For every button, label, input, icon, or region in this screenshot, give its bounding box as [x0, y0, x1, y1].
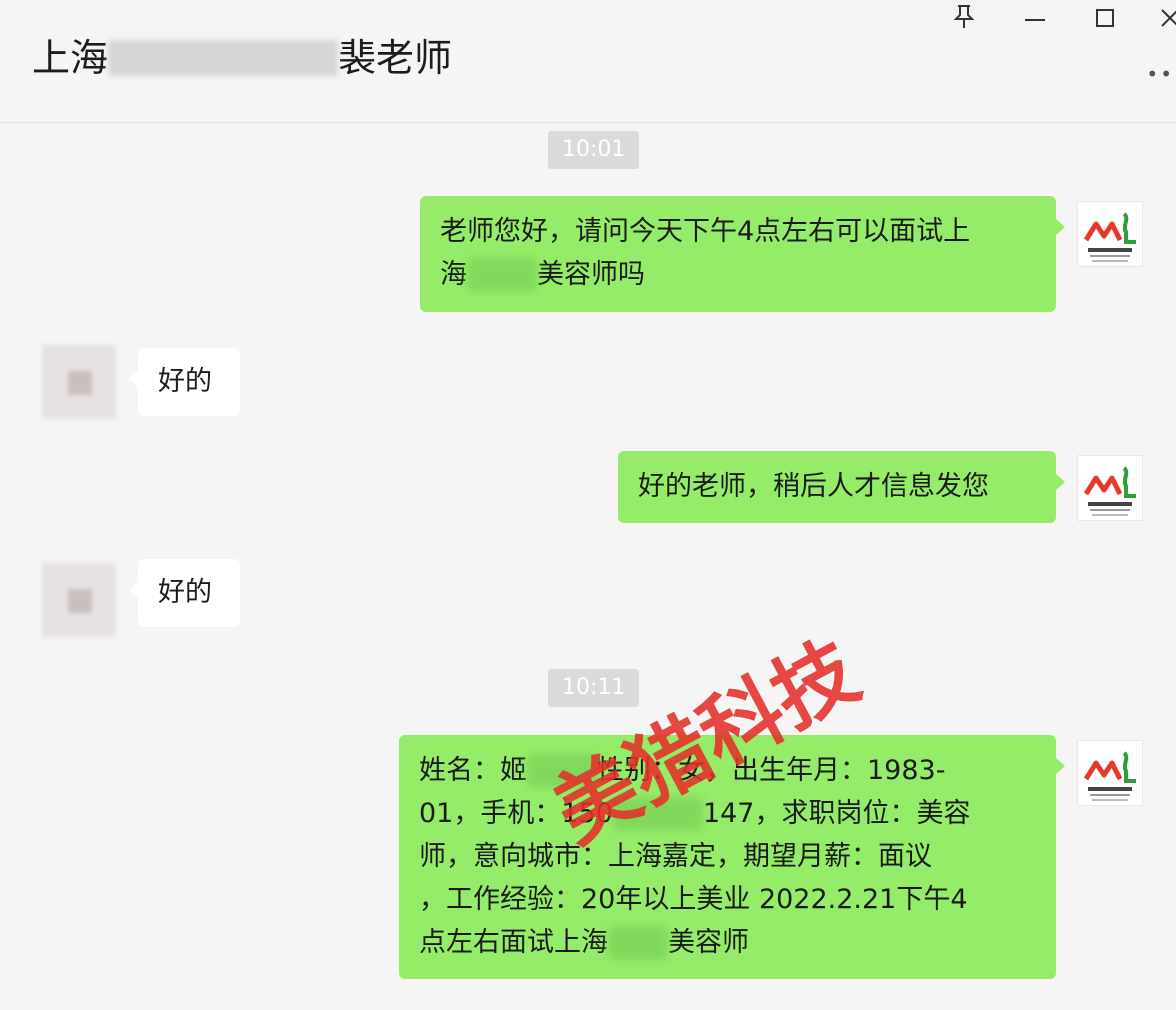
brand-logo-icon — [1083, 751, 1136, 801]
chat-title: 上海 裴老师 — [32, 34, 452, 82]
my-avatar[interactable] — [1077, 455, 1143, 521]
redacted-text — [608, 925, 668, 960]
redacted-text — [467, 257, 537, 292]
contact-avatar[interactable] — [42, 563, 116, 637]
message-text: 好的老师，稍后人才信息发您 — [638, 471, 989, 502]
message-text: 美容师 — [668, 927, 749, 958]
brand-logo-icon — [1083, 212, 1136, 262]
chat-header: 上海 裴老师 •• — [0, 0, 1176, 123]
title-suffix: 裴老师 — [338, 36, 453, 80]
timestamp: 10:01 — [548, 131, 640, 169]
pin-icon[interactable] — [950, 4, 978, 34]
message-line: 老师您好，请问今天下午4点左右可以面试上 — [440, 216, 971, 247]
more-icon[interactable]: •• — [1146, 62, 1174, 86]
message-text: 点左右面试上海 — [419, 927, 608, 958]
maximize-icon[interactable] — [1090, 4, 1120, 34]
title-prefix: 上海 — [32, 36, 109, 80]
message-bubble-sent[interactable]: 好的老师，稍后人才信息发您 — [618, 451, 1065, 523]
contact-avatar[interactable] — [42, 345, 116, 419]
message-text: 海 — [440, 259, 467, 290]
message-line: ，工作经验：20年以上美业 2022.2.21下午4 — [419, 884, 968, 915]
brand-logo-icon — [1083, 466, 1136, 516]
message-text: 好的 — [158, 577, 212, 608]
timestamp-text: 10:01 — [562, 137, 626, 162]
redacted-name — [108, 40, 339, 76]
minimize-icon[interactable] — [1020, 4, 1050, 34]
message-bubble-received[interactable]: 好的 — [129, 559, 240, 627]
message-text: 美容师吗 — [537, 259, 645, 290]
my-avatar[interactable] — [1077, 740, 1143, 806]
timestamp-text: 10:11 — [562, 675, 626, 700]
my-avatar[interactable] — [1077, 201, 1143, 267]
message-text: 147，求职岗位：美容 — [702, 798, 971, 829]
close-icon[interactable] — [1158, 4, 1176, 34]
message-bubble-sent[interactable]: 老师您好，请问今天下午4点左右可以面试上 海 美容师吗 — [420, 196, 1065, 312]
message-bubble-received[interactable]: 好的 — [129, 348, 240, 416]
chat-window: 上海 裴老师 •• 10:01 老师您好，请问今天下午4点左右可以面试上 海 美… — [0, 0, 1176, 1010]
message-line: 师，意向城市：上海嘉定，期望月薪：面议 — [419, 841, 932, 872]
message-text: 姓名：姬 — [419, 755, 527, 786]
message-text: 好的 — [158, 366, 212, 397]
timestamp: 10:11 — [548, 669, 640, 707]
